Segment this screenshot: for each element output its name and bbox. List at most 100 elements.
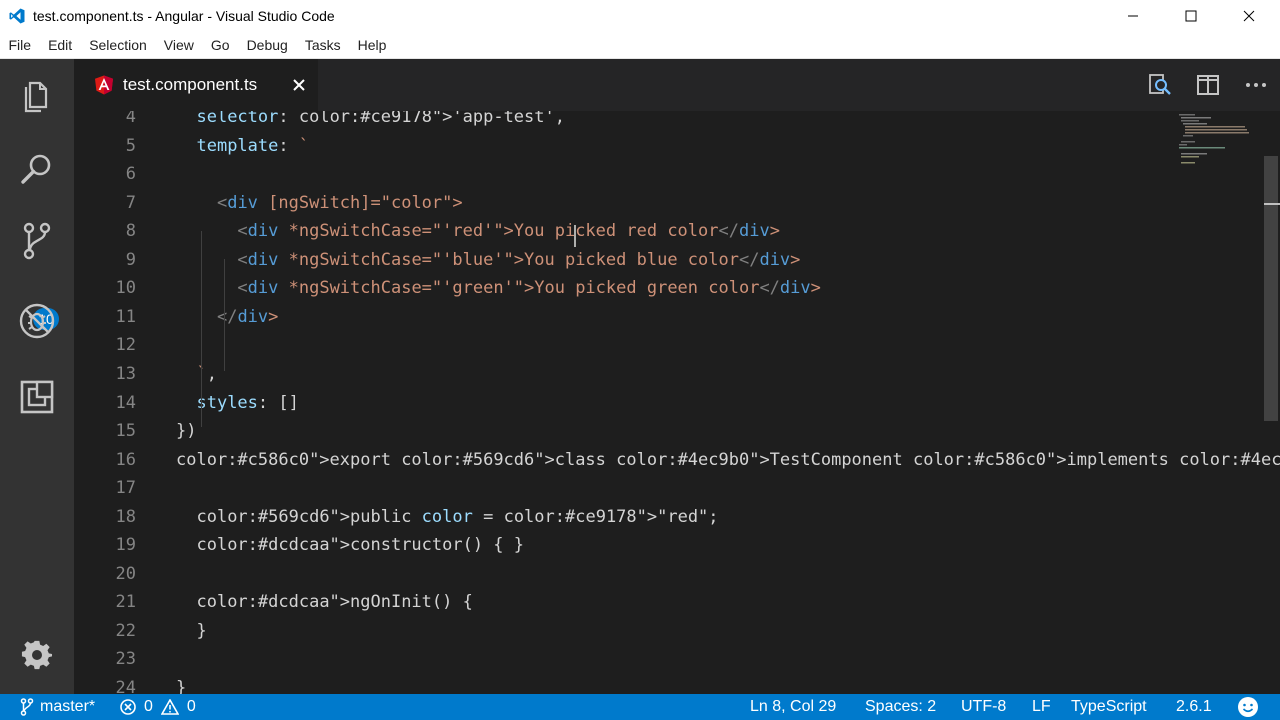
window-title: test.component.ts - Angular - Visual Stu… (33, 8, 335, 24)
search-icon (21, 154, 51, 184)
code-line[interactable]: 13 `, (74, 360, 1174, 389)
explorer-button[interactable] (0, 59, 74, 131)
code-line[interactable]: 15}) (74, 417, 1174, 446)
feedback-button[interactable] (1237, 694, 1259, 720)
maximize-button[interactable] (1162, 0, 1220, 32)
code-line[interactable]: 20 (74, 560, 1174, 589)
typescript-version-status[interactable]: 2.6.1 (1176, 694, 1212, 720)
menu-go[interactable]: Go (202, 32, 238, 59)
code-line[interactable]: 22 } (74, 617, 1174, 646)
branch-status[interactable]: master* (20, 694, 95, 720)
line-number: 6 (125, 164, 136, 185)
code-text: <div *ngSwitchCase="'blue'">You picked b… (237, 249, 801, 270)
open-changes-button[interactable] (1148, 73, 1172, 97)
branch-name: master* (40, 698, 96, 715)
split-editor-icon (1197, 75, 1219, 95)
line-number: 23 (115, 649, 136, 670)
code-line[interactable]: 16 color:#c586c0">export color:#569cd6">c… (74, 446, 1280, 475)
split-editor-button[interactable] (1196, 73, 1220, 97)
close-window-button[interactable] (1220, 0, 1278, 32)
close-icon (1243, 10, 1255, 22)
code-line[interactable]: 17 (74, 474, 1174, 503)
code-line[interactable]: 7 <div [ngSwitch]="color"> (74, 189, 1174, 218)
code-text: template: ` (196, 135, 310, 156)
code-line[interactable]: 10 <div *ngSwitchCase="'green'">You pick… (74, 274, 1174, 303)
line-number: 16 (115, 449, 136, 470)
eol-status[interactable]: LF (1032, 694, 1051, 720)
code-text: <div *ngSwitchCase="'green'">You picked … (237, 278, 821, 299)
warning-count: 0 (186, 698, 196, 715)
code-line[interactable]: 18 color:#569cd6">public color = color:#… (74, 503, 1174, 532)
line-number: 22 (115, 620, 136, 641)
minimap[interactable] (1174, 111, 1264, 171)
problems-status[interactable]: 0 0 (120, 694, 196, 720)
error-count: 0 (144, 698, 153, 715)
vertical-scrollbar[interactable] (1264, 156, 1278, 421)
menu-edit[interactable]: Edit (40, 32, 81, 59)
debug-button[interactable] (0, 285, 74, 357)
language-mode-status[interactable]: TypeScript (1071, 694, 1147, 720)
code-line[interactable]: 21 color:#dcdcaa">ngOnInit() { (74, 588, 1174, 617)
error-icon (120, 699, 136, 715)
git-branch-icon (20, 698, 34, 716)
search-button[interactable] (0, 133, 74, 205)
code-text: color:#c586c0">export color:#569cd6">cla… (176, 449, 1280, 470)
gear-icon (21, 640, 53, 670)
code-text: <div [ngSwitch]="color"> (216, 192, 463, 213)
menu-view[interactable]: View (155, 32, 202, 59)
source-control-button[interactable] (0, 205, 74, 277)
manage-button[interactable] (0, 619, 74, 691)
code-line[interactable]: 11 </div> (74, 303, 1174, 332)
code-line[interactable]: 24} (74, 674, 1174, 694)
line-number: 19 (115, 535, 136, 556)
code-text: } (176, 620, 207, 641)
minimize-icon (1128, 15, 1138, 17)
menu-debug[interactable]: Debug (238, 32, 296, 59)
line-number: 7 (125, 192, 136, 213)
indentation-status[interactable]: Spaces: 2 (865, 694, 936, 720)
tab-test-component[interactable]: test.component.ts (74, 59, 318, 111)
code-text: </div> (216, 306, 279, 327)
code-line[interactable]: 6 (74, 160, 1174, 189)
code-text: `, (196, 363, 217, 384)
code-line[interactable]: 9 <div *ngSwitchCase="'blue'">You picked… (74, 246, 1174, 275)
code-line[interactable]: 5 template: ` (74, 132, 1174, 161)
code-line[interactable]: 14 styles: [] (74, 389, 1174, 418)
indent-guide (201, 231, 202, 427)
menu-tasks[interactable]: Tasks (296, 32, 349, 59)
tab-label: test.component.ts (123, 75, 258, 94)
code-text: color:#dcdcaa">ngOnInit() { (196, 592, 473, 613)
code-line[interactable]: 4 selector: color:#ce9178">'app-test', (74, 111, 1174, 132)
line-number: 18 (115, 506, 136, 527)
menu-file[interactable]: File (0, 32, 40, 59)
menu-bar: File Edit Selection View Go Debug Tasks … (0, 32, 1280, 59)
code-line[interactable]: 8 <div *ngSwitchCase="'red'">You picked … (74, 217, 1174, 246)
line-number: 12 (115, 335, 136, 356)
line-number: 24 (115, 678, 136, 694)
line-number: 15 (115, 421, 136, 442)
encoding-status[interactable]: UTF-8 (961, 694, 1006, 720)
git-branch-icon (23, 222, 51, 260)
debug-icon (19, 303, 55, 339)
minimize-button[interactable] (1104, 0, 1162, 32)
menu-selection[interactable]: Selection (81, 32, 156, 59)
vscode-logo-icon (9, 8, 25, 24)
status-bar: master* 0 0 Ln 8, Col 29 Spaces: 2 UTF-8… (0, 694, 1280, 720)
open-changes-icon (1149, 74, 1171, 95)
code-text: styles: [] (196, 392, 299, 413)
menu-help[interactable]: Help (349, 32, 395, 59)
code-line[interactable]: 12 (74, 331, 1174, 360)
extensions-icon (20, 380, 54, 414)
line-number: 13 (115, 363, 136, 384)
code-text: color:#569cd6">public color = color:#ce9… (196, 506, 719, 527)
line-number: 9 (125, 249, 136, 270)
extensions-button[interactable] (0, 361, 74, 433)
code-line[interactable]: 23 (74, 645, 1174, 674)
close-tab-icon[interactable] (290, 76, 308, 94)
code-line[interactable]: 19 color:#dcdcaa">constructor() { } (74, 531, 1174, 560)
smiley-icon (1238, 697, 1258, 717)
cursor-position-status[interactable]: Ln 8, Col 29 (750, 694, 836, 720)
more-actions-button[interactable] (1244, 73, 1268, 97)
angular-icon (95, 75, 113, 95)
code-editor[interactable]: 4 selector: color:#ce9178">'app-test', 5 … (74, 111, 1280, 694)
